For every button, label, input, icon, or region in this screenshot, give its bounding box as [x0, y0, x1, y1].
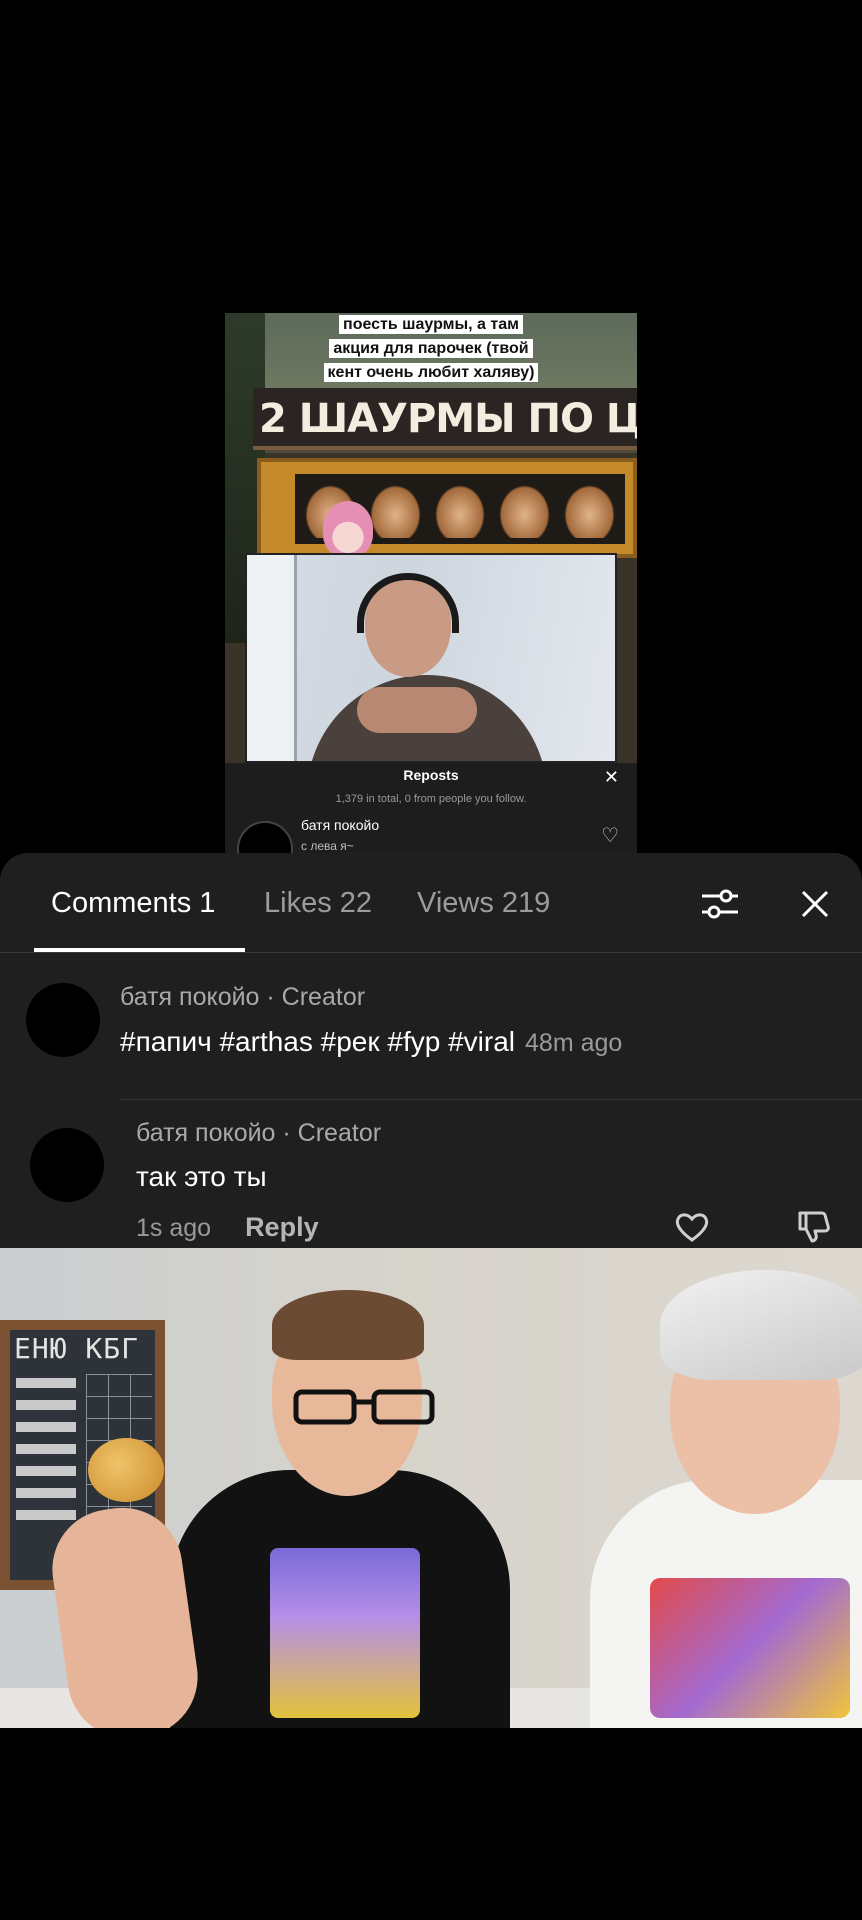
- streamer-hands: [357, 687, 477, 733]
- avatar[interactable]: [237, 821, 293, 853]
- tab-likes[interactable]: Likes 22: [264, 887, 372, 920]
- reply-button[interactable]: Reply: [245, 1212, 319, 1242]
- comments-sheet: Comments 1 Likes 22 Views 219 батя покой…: [0, 853, 862, 1248]
- comment-time: 1s ago: [136, 1214, 212, 1242]
- duet-video[interactable]: ЕНЮ КБГ: [0, 1248, 862, 1728]
- reposts-comment: с лева я~: [301, 839, 354, 853]
- reposted-video[interactable]: 2 ШАУРМЫ ПО ЦЕНЕ поесть шаурмы, а там ак…: [225, 313, 637, 853]
- tab-comments[interactable]: Comments 1: [51, 887, 215, 920]
- close-icon[interactable]: ✕: [604, 767, 619, 788]
- board-title: ЕНЮ КБГ: [14, 1332, 140, 1365]
- anime-character-sticker: [323, 501, 373, 557]
- comment-time: 48m ago: [525, 1029, 623, 1057]
- reposts-panel: Reposts ✕ 1,379 in total, 0 from people …: [225, 763, 637, 853]
- tab-bar: Comments 1 Likes 22 Views 219: [0, 853, 862, 953]
- caption-line: кент очень любит халяву): [323, 363, 539, 382]
- shawarma-kiosk: [257, 458, 637, 558]
- comment-hashtags[interactable]: #папич #arthas #рек #fyp #viral: [120, 1026, 515, 1057]
- shirt-print: [270, 1548, 420, 1718]
- avatar[interactable]: [30, 1128, 104, 1202]
- food-item: [88, 1438, 164, 1502]
- divider: [120, 1099, 862, 1100]
- heart-icon[interactable]: ♡: [601, 823, 619, 848]
- caption-line: поесть шаурмы, а там: [339, 315, 523, 334]
- comment-text: #папич #arthas #рек #fyp #viral 48m ago: [120, 1026, 622, 1058]
- caption-line: акция для парочек (твой: [329, 339, 533, 358]
- comment-author[interactable]: батя покойо · Creator: [136, 1119, 381, 1148]
- active-tab-indicator: [34, 948, 245, 952]
- filter-icon[interactable]: [695, 879, 745, 929]
- headset: [357, 573, 459, 633]
- video-caption: поесть шаурмы, а там акция для парочек (…: [275, 313, 587, 385]
- avatar[interactable]: [26, 983, 100, 1057]
- shawarma-sign: 2 ШАУРМЫ ПО ЦЕНЕ: [253, 388, 637, 450]
- dislike-icon[interactable]: [796, 1209, 832, 1248]
- webcam-overlay: [245, 553, 617, 763]
- person-left-hair: [272, 1290, 424, 1360]
- shirt-print: [650, 1578, 850, 1718]
- comment-text: так это ты: [136, 1161, 267, 1192]
- reposts-title: Reposts: [403, 767, 459, 783]
- comment-author[interactable]: батя покойо · Creator: [120, 983, 365, 1012]
- tab-views[interactable]: Views 219: [417, 887, 550, 920]
- reposts-username: батя покойо: [301, 817, 380, 833]
- glasses: [293, 1389, 435, 1425]
- close-icon[interactable]: [790, 879, 840, 929]
- person-right-hair: [660, 1270, 862, 1380]
- reposts-subtitle: 1,379 in total, 0 from people you follow…: [335, 793, 527, 805]
- heart-icon[interactable]: [674, 1211, 710, 1248]
- comment-meta: 1s ago Reply: [136, 1212, 319, 1243]
